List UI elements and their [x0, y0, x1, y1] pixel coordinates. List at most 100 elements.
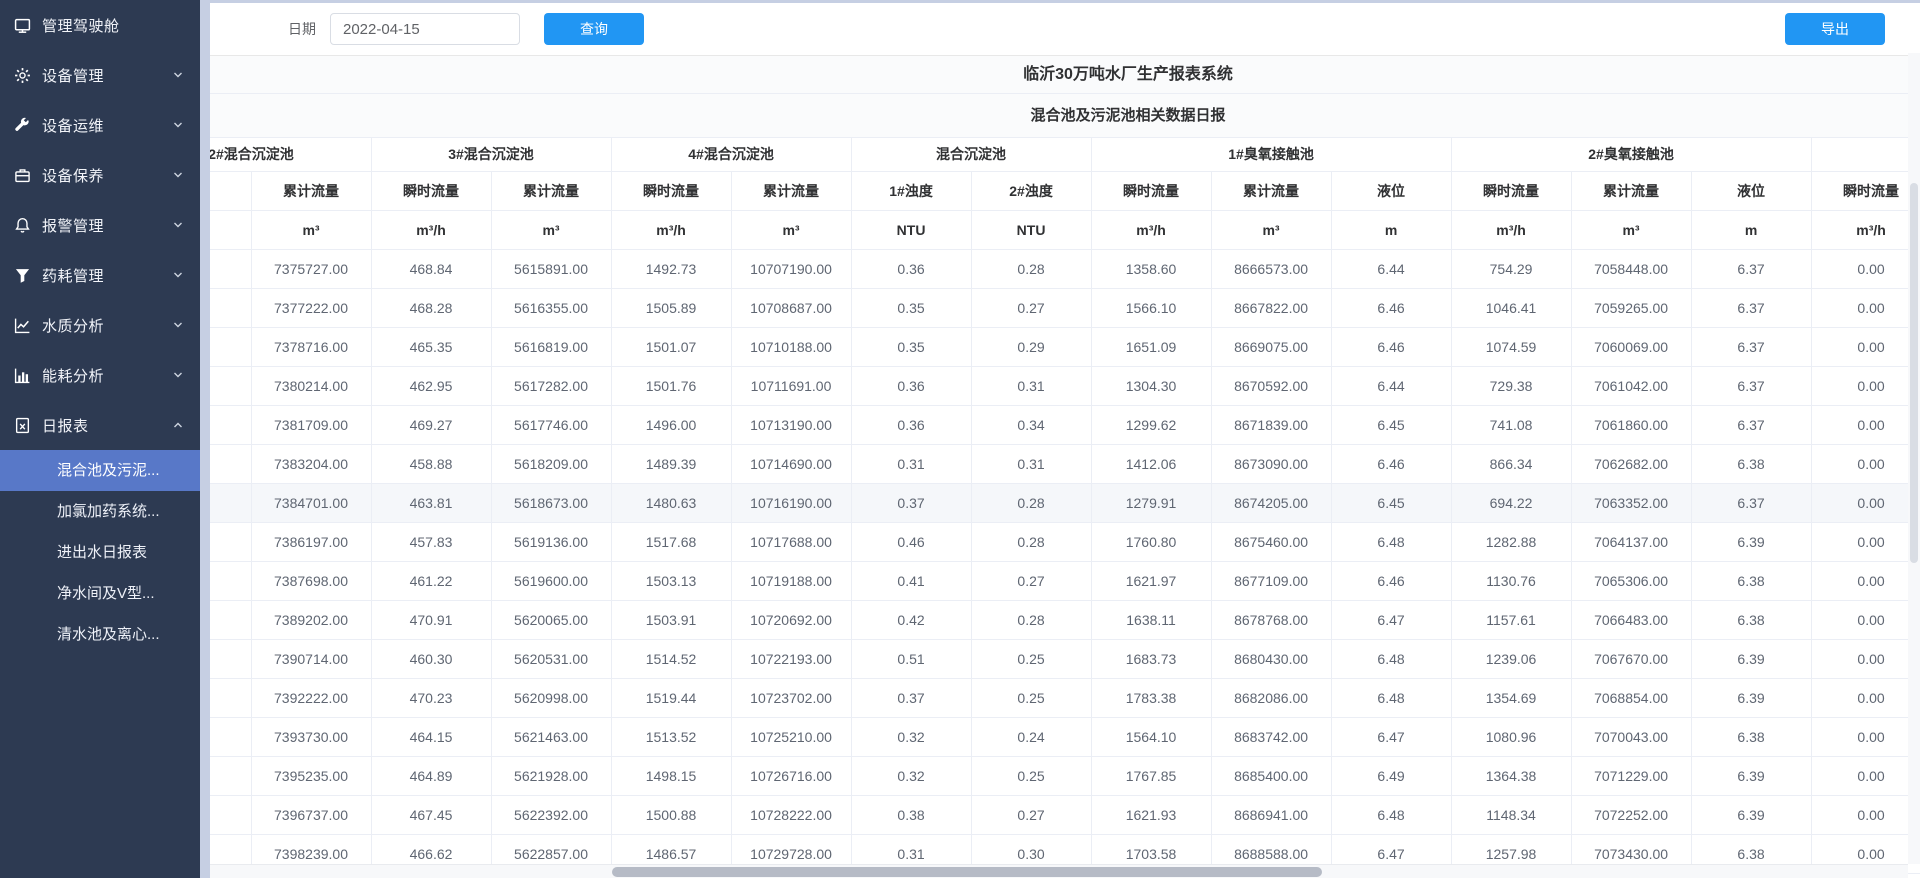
table-row[interactable]: 97396737.00467.455622392.001500.88107282…: [210, 795, 1920, 834]
chevron-down-icon: [172, 269, 184, 281]
sidebar-item-8[interactable]: 能耗分析: [0, 350, 200, 400]
query-button[interactable]: 查询: [544, 13, 644, 45]
table-cell: 1638.11: [1091, 600, 1211, 639]
sidebar-subitem-5[interactable]: 清水池及离心...: [0, 614, 200, 655]
table-cell: 0.00: [1811, 444, 1920, 483]
table-cell: 1503.91: [611, 600, 731, 639]
table-cell: 0.35: [851, 327, 971, 366]
table-cell: 1513.52: [611, 717, 731, 756]
table-row[interactable]: 37378716.00465.355616819.001501.07107101…: [210, 327, 1920, 366]
report-icon: [14, 417, 31, 434]
table-cell: 3: [210, 327, 251, 366]
sidebar-subitem-2[interactable]: 加氯加药系统...: [0, 491, 200, 532]
table-cell: 1621.93: [1091, 795, 1211, 834]
table-cell: 0.31: [971, 444, 1091, 483]
date-input[interactable]: [330, 13, 520, 45]
sidebar-item-label: 日报表: [42, 415, 172, 436]
table-cell: 9: [210, 795, 251, 834]
table-row[interactable]: 17393730.00464.155621463.001513.52107252…: [210, 717, 1920, 756]
table-row[interactable]: 37392222.00470.235620998.001519.44107237…: [210, 678, 1920, 717]
table-cell: 7059265.00: [1571, 288, 1691, 327]
table-row[interactable]: 47390714.00460.305620531.001514.52107221…: [210, 639, 1920, 678]
unit-cell: m³/h: [611, 210, 731, 249]
table-cell: 8686941.00: [1211, 795, 1331, 834]
table-cell: 0.37: [851, 483, 971, 522]
table-cell: 6.44: [1331, 366, 1451, 405]
sidebar-subitem-4[interactable]: 净水间及V型...: [0, 573, 200, 614]
table-cell: 7058448.00: [1571, 249, 1691, 288]
sidebar-item-2[interactable]: 设备管理: [0, 50, 200, 100]
table-cell: 468.84: [371, 249, 491, 288]
sidebar-item-1[interactable]: 管理驾驶舱: [0, 0, 200, 50]
table-cell: 7375727.00: [251, 249, 371, 288]
table-row[interactable]: 57383204.00458.885618209.001489.39107146…: [210, 444, 1920, 483]
table-row[interactable]: 37377222.00468.285616355.001505.89107086…: [210, 288, 1920, 327]
chevron-down-icon: [172, 169, 184, 181]
table-cell: 470.91: [371, 600, 491, 639]
sidebar-item-3[interactable]: 设备运维: [0, 100, 200, 150]
sidebar-item-9[interactable]: 日报表: [0, 400, 200, 450]
table-cell: 7061860.00: [1571, 405, 1691, 444]
export-button[interactable]: 导出: [1785, 13, 1885, 45]
table-cell: 463.81: [371, 483, 491, 522]
sidebar-subitem-3[interactable]: 进出水日报表: [0, 532, 200, 573]
table-cell: 0.46: [851, 522, 971, 561]
table-cell: 1279.91: [1091, 483, 1211, 522]
table-cell: 10719188.00: [731, 561, 851, 600]
unit-cell: m³/h: [1451, 210, 1571, 249]
group-header-cell: 2#混合沉淀池: [210, 138, 371, 171]
sidebar-item-5[interactable]: 报警管理: [0, 200, 200, 250]
table-row[interactable]: 97386197.00457.835619136.001517.68107176…: [210, 522, 1920, 561]
vertical-scrollbar-thumb[interactable]: [1910, 183, 1918, 563]
table-row[interactable]: 47375727.00468.845615891.001492.73107071…: [210, 249, 1920, 288]
table-cell: 6.37: [1691, 483, 1811, 522]
sidebar-item-6[interactable]: 药耗管理: [0, 250, 200, 300]
horizontal-scrollbar-thumb[interactable]: [612, 867, 1322, 877]
group-header-cell: [1811, 138, 1920, 171]
unit-cell: m³: [731, 210, 851, 249]
table-cell: 1080.96: [1451, 717, 1571, 756]
table-row[interactable]: 67384701.00463.815618673.001480.63107161…: [210, 483, 1920, 522]
sidebar-item-label: 管理驾驶舱: [42, 15, 184, 36]
table-cell: 6.46: [1331, 444, 1451, 483]
sidebar-item-label: 水质分析: [42, 315, 172, 336]
table-cell: 8678768.00: [1211, 600, 1331, 639]
table-cell: 7392222.00: [251, 678, 371, 717]
sidebar-submenu: 混合池及污泥...加氯加药系统...进出水日报表净水间及V型...清水池及离心.…: [0, 450, 200, 655]
table-cell: 1358.60: [1091, 249, 1211, 288]
table-row[interactable]: 17381709.00469.275617746.001496.00107131…: [210, 405, 1920, 444]
table-cell: 0.28: [971, 600, 1091, 639]
table-row[interactable]: 17380214.00462.955617282.001501.76107116…: [210, 366, 1920, 405]
group-header-cell: 4#混合沉淀池: [611, 138, 851, 171]
table-cell: 8666573.00: [1211, 249, 1331, 288]
table-cell: 6.48: [1331, 639, 1451, 678]
table-cell: 8685400.00: [1211, 756, 1331, 795]
table-cell: 7062682.00: [1571, 444, 1691, 483]
sidebar-item-4[interactable]: 设备保养: [0, 150, 200, 200]
table-cell: 6.49: [1331, 756, 1451, 795]
table-row[interactable]: 37387698.00461.225619600.001503.13107191…: [210, 561, 1920, 600]
table-cell: 465.35: [371, 327, 491, 366]
vertical-scrollbar[interactable]: [1908, 53, 1920, 864]
table-cell: 7380214.00: [251, 366, 371, 405]
table-cell: 0.24: [971, 717, 1091, 756]
table-cell: 0.38: [851, 795, 971, 834]
table-cell: 1503.13: [611, 561, 731, 600]
table-cell: 464.89: [371, 756, 491, 795]
table-row[interactable]: 47389202.00470.915620065.001503.91107206…: [210, 600, 1920, 639]
sidebar-subitem-1[interactable]: 混合池及污泥...: [0, 450, 200, 491]
horizontal-scrollbar[interactable]: [210, 864, 1908, 878]
table-cell: 0.00: [1811, 366, 1920, 405]
table-cell: 7377222.00: [251, 288, 371, 327]
table-row[interactable]: 07395235.00464.895621928.001498.15107267…: [210, 756, 1920, 795]
table-cell: 1566.10: [1091, 288, 1211, 327]
table-cell: 8671839.00: [1211, 405, 1331, 444]
table-cell: 0.32: [851, 756, 971, 795]
chevron-down-icon: [172, 219, 184, 231]
table-cell: 3: [210, 288, 251, 327]
table-cell: 10720692.00: [731, 600, 851, 639]
column-header-cell: 瞬时流量: [1451, 171, 1571, 210]
table-cell: 468.28: [371, 288, 491, 327]
column-header-cell: 累计流量: [1571, 171, 1691, 210]
sidebar-item-7[interactable]: 水质分析: [0, 300, 200, 350]
